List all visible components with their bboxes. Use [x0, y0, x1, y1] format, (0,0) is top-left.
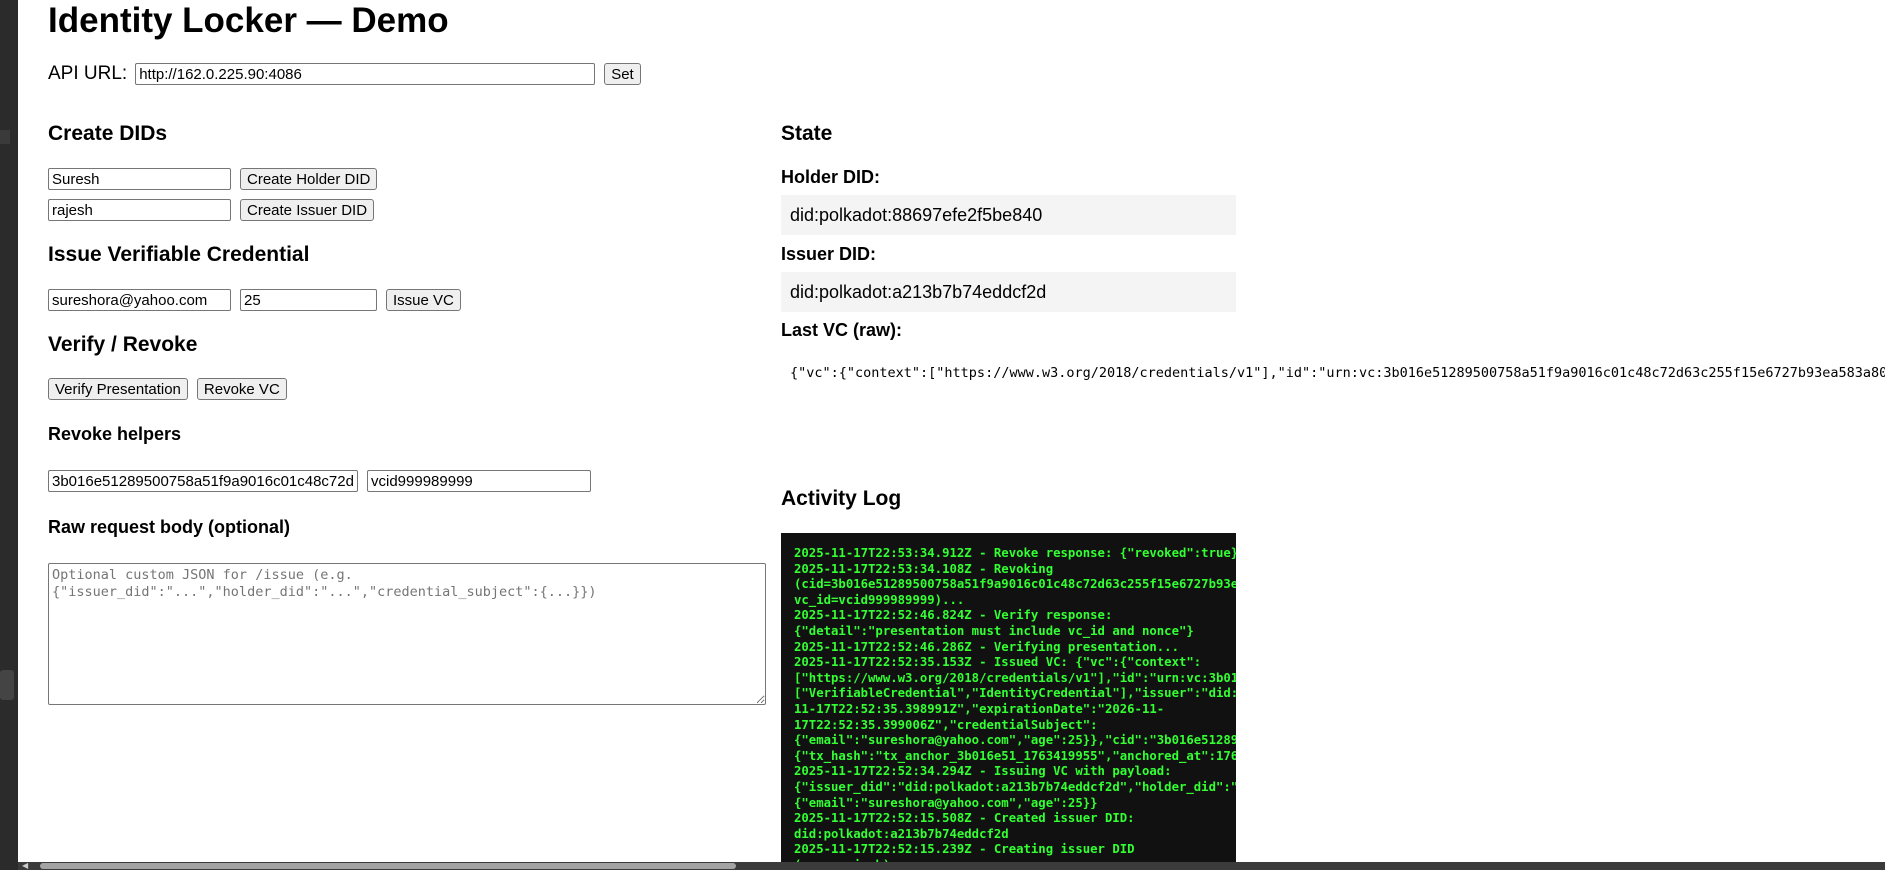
api-url-input[interactable] — [135, 63, 596, 85]
log-line: ["VerifiableCredential","IdentityCredent… — [794, 686, 1236, 701]
log-line: 2025-11-17T22:52:46.824Z - Verify respon… — [794, 608, 1113, 623]
issuer-row: Create Issuer DID — [48, 199, 383, 221]
log-line: ["https://www.w3.org/2018/credentials/v1… — [794, 670, 1236, 685]
email-input[interactable] — [48, 289, 231, 311]
create-dids-heading: Create DIDs — [48, 122, 168, 145]
raw-request-heading: Raw request body (optional) — [48, 517, 291, 537]
log-line: 2025-11-17T22:52:35.153Z - Issued VC: {"… — [794, 655, 1202, 670]
scroll-left-icon[interactable]: ◀ — [22, 862, 28, 870]
create-holder-did-button[interactable]: Create Holder DID — [240, 168, 378, 190]
holder-name-input[interactable] — [48, 168, 231, 190]
log-line: {"email":"sureshora@yahoo.com","age":25}… — [794, 795, 1098, 810]
log-line: {"detail":"presentation must include vc_… — [794, 623, 1194, 638]
issue-vc-row: Issue VC — [48, 289, 470, 311]
log-line: (cid=3b016e51289500758a51f9a9016c01c48c7… — [794, 577, 1236, 592]
scrollbar-thumb[interactable] — [40, 863, 736, 869]
horizontal-scrollbar[interactable]: ◀ — [18, 862, 1885, 870]
log-line: 2025-11-17T22:52:15.239Z - Creating issu… — [794, 842, 1135, 857]
revoke-helpers-heading: Revoke helpers — [48, 424, 182, 444]
verify-presentation-button[interactable]: Verify Presentation — [48, 378, 188, 400]
last-vc-raw: {"vc":{"context":["https://www.w3.org/20… — [790, 365, 1885, 381]
create-issuer-did-button[interactable]: Create Issuer DID — [240, 199, 375, 221]
cid-input[interactable] — [48, 470, 358, 492]
issue-vc-heading: Issue Verifiable Credential — [48, 243, 310, 266]
verify-revoke-heading: Verify / Revoke — [48, 333, 198, 356]
issuer-did-value: did:polkadot:a213b7b74eddcf2d — [781, 272, 1236, 312]
page-title: Identity Locker — Demo — [48, 1, 449, 40]
gutter-marker — [0, 130, 10, 144]
log-line: 2025-11-17T22:53:34.108Z - Revoking — [794, 561, 1054, 576]
log-line: 2025-11-17T22:52:46.286Z - Verifying pre… — [794, 639, 1179, 654]
raw-request-textarea[interactable] — [48, 563, 766, 705]
browser-left-gutter — [0, 0, 18, 870]
issuer-name-input[interactable] — [48, 199, 231, 221]
api-url-row: API URL: Set — [48, 63, 641, 85]
log-line: vc_id=vcid999989999)... — [794, 592, 965, 607]
revoke-helpers-row — [48, 470, 600, 492]
log-line: {"issuer_did":"did:polkadot:a213b7b74edd… — [794, 779, 1236, 794]
issuer-did-label: Issuer DID: — [781, 244, 877, 264]
state-heading: State — [781, 122, 833, 145]
gutter-handle[interactable] — [0, 670, 14, 700]
api-url-label: API URL: — [48, 63, 128, 84]
issue-vc-button[interactable]: Issue VC — [386, 289, 461, 311]
set-api-button[interactable]: Set — [604, 63, 641, 85]
log-line: 2025-11-17T22:52:34.294Z - Issuing VC wi… — [794, 764, 1172, 779]
log-line: 11-17T22:52:35.398991Z","expirationDate"… — [794, 701, 1165, 716]
log-line: {"tx_hash":"tx_anchor_3b016e51_176341995… — [794, 748, 1236, 763]
last-vc-label: Last VC (raw): — [781, 320, 903, 340]
age-input[interactable] — [240, 289, 377, 311]
activity-log-heading: Activity Log — [781, 487, 902, 510]
holder-did-label: Holder DID: — [781, 167, 880, 187]
log-line: {"email":"sureshora@yahoo.com","age":25}… — [794, 733, 1236, 748]
holder-did-value: did:polkadot:88697efe2f5be840 — [781, 195, 1236, 235]
log-line: 2025-11-17T22:53:34.912Z - Revoke respon… — [794, 546, 1236, 560]
log-line: 2025-11-17T22:52:15.508Z - Created issue… — [794, 811, 1135, 826]
log-line: 17T22:52:35.399006Z","credentialSubject"… — [794, 717, 1098, 732]
holder-row: Create Holder DID — [48, 168, 386, 190]
verify-revoke-row: Verify Presentation Revoke VC — [48, 378, 296, 400]
activity-log: 2025-11-17T22:53:34.912Z - Revoke respon… — [781, 533, 1236, 870]
revoke-vc-button[interactable]: Revoke VC — [196, 378, 287, 400]
vc-id-input[interactable] — [367, 470, 591, 492]
log-line: did:polkadot:a213b7b74eddcf2d — [794, 826, 1009, 841]
